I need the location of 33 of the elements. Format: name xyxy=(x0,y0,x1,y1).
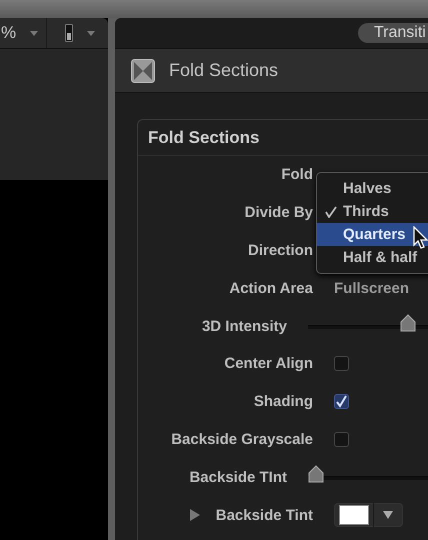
header-title: Fold Sections xyxy=(169,60,278,81)
field-label: Action Area xyxy=(229,280,313,297)
field-label: Shading xyxy=(254,393,313,410)
field-label: 3D Intensity xyxy=(202,318,287,335)
toggle-icon[interactable] xyxy=(65,24,74,42)
checkbox[interactable] xyxy=(334,356,349,372)
color-well[interactable] xyxy=(334,503,403,528)
slider-track[interactable] xyxy=(308,465,428,484)
slider-track[interactable] xyxy=(308,314,428,332)
caret-icon[interactable] xyxy=(30,30,38,36)
inspector-tab[interactable]: Transiti xyxy=(358,23,428,43)
menu-item[interactable]: Halves xyxy=(317,177,428,200)
transition-icon xyxy=(131,58,155,82)
menu-item[interactable]: Quarters xyxy=(317,223,428,246)
checkbox[interactable] xyxy=(334,394,349,410)
menu-item[interactable]: Half & half xyxy=(317,246,428,269)
field-label: Divide By xyxy=(244,204,313,222)
zoom-percent[interactable]: % xyxy=(1,23,16,43)
caret-icon[interactable] xyxy=(87,30,96,36)
disclosure-triangle-icon[interactable] xyxy=(190,509,200,522)
field-label: Backside Grayscale xyxy=(171,430,313,448)
group-title: Fold Sections xyxy=(138,120,428,156)
slider-thumb[interactable] xyxy=(400,314,416,332)
field-label: Direction xyxy=(248,242,313,259)
field-value: Fullscreen xyxy=(334,280,410,297)
checkbox[interactable] xyxy=(334,432,349,447)
menu-item[interactable]: Thirds xyxy=(317,200,428,223)
field-label: Fold xyxy=(281,166,313,184)
field-label: Backside TInt xyxy=(189,468,287,486)
slider-thumb[interactable] xyxy=(308,465,324,484)
field-label: Backside Tint xyxy=(216,506,313,524)
field-label: Center Align xyxy=(224,355,313,372)
caret-icon[interactable] xyxy=(383,511,393,520)
